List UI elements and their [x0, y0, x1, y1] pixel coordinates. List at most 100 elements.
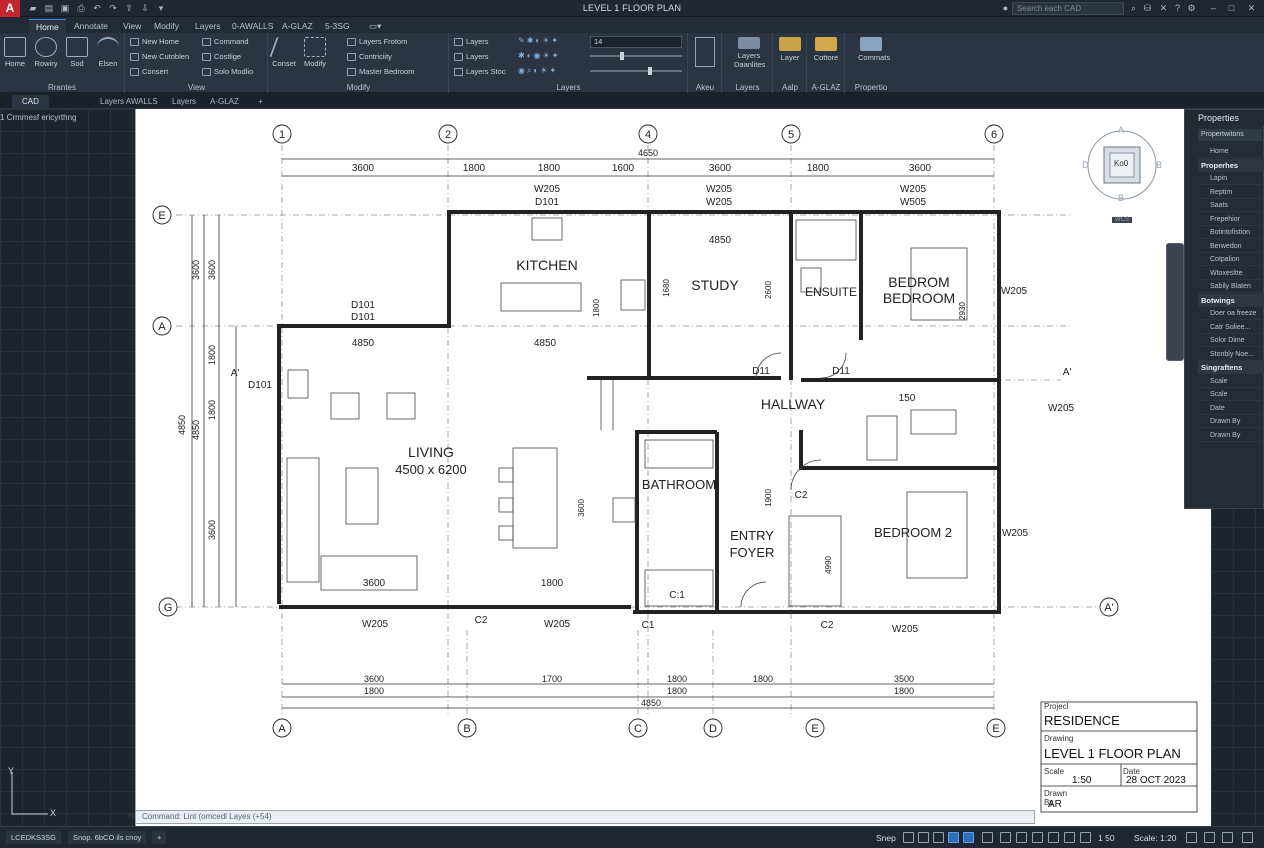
viewcube-south[interactable]: B — [1118, 193, 1124, 203]
properties-row[interactable]: Stonbly Noe... — [1198, 348, 1264, 361]
properties-dropdown[interactable]: Propertwitons — [1198, 129, 1262, 141]
tab-modify[interactable]: Modify — [147, 19, 186, 33]
transparency-toggle-icon[interactable] — [1016, 832, 1027, 843]
properties-row[interactable]: Frepehior — [1198, 213, 1264, 226]
contriciity-button[interactable]: Contriciity — [347, 51, 392, 63]
command-line-input[interactable]: Command: Lint (omcedl Layes (+54) — [135, 810, 1035, 824]
viewcube-east[interactable]: B — [1156, 160, 1162, 170]
layout-tab[interactable]: Snop. 6bCO ils cnoy — [68, 831, 147, 844]
cottore-button[interactable]: Cottore — [813, 37, 839, 62]
transparency-slider[interactable] — [590, 55, 682, 57]
properties-row[interactable]: Wtoxesltte — [1198, 267, 1264, 280]
properties-section[interactable]: Properhes — [1198, 158, 1264, 172]
osnap-toggle-icon[interactable] — [963, 832, 974, 843]
layers-frotom-button[interactable]: Layers Frotom — [347, 36, 407, 48]
polar-toggle-icon[interactable] — [948, 832, 959, 843]
panel-label[interactable]: Akeu — [689, 83, 721, 92]
layers-button[interactable]: Layers — [454, 51, 489, 63]
slider-handle[interactable] — [620, 52, 624, 60]
annotation-toggle-icon[interactable] — [1064, 832, 1075, 843]
tab-layers[interactable]: Layers — [188, 19, 228, 33]
add-layout-icon[interactable]: + — [152, 831, 167, 844]
tab-3sg[interactable]: 5-3SG — [318, 19, 357, 33]
magnifier-icon[interactable]: ⌕ — [1128, 3, 1139, 14]
new-home-button[interactable]: New Home — [130, 36, 179, 48]
panel-label[interactable]: Aalp — [774, 83, 806, 92]
workspace-icon[interactable] — [1080, 832, 1091, 843]
properties-row[interactable]: Drawn By — [1198, 429, 1264, 442]
properties-row[interactable]: Scale — [1198, 375, 1264, 388]
properties-row[interactable]: Saats — [1198, 199, 1264, 212]
cross-icon[interactable]: ✕ — [1158, 3, 1169, 14]
properties-row[interactable]: Solor Dime — [1198, 334, 1264, 347]
panel-label[interactable]: Propertio — [846, 83, 896, 92]
viewcube-graphic[interactable] — [1080, 121, 1170, 231]
properties-row[interactable]: Berwedon — [1198, 240, 1264, 253]
layer-state-icons[interactable]: ✎✱◐☀✦ — [518, 36, 588, 46]
selection-toggle-icon[interactable] — [1032, 832, 1043, 843]
layer-button[interactable]: Layer — [777, 37, 803, 62]
conset-button[interactable]: Conset — [269, 37, 299, 68]
help-icon[interactable]: ? — [1172, 3, 1183, 14]
arc-button[interactable]: Elsen — [95, 37, 121, 68]
close-icon[interactable]: ✕ — [1246, 3, 1257, 14]
minimize-icon[interactable]: – — [1208, 3, 1219, 14]
home-button[interactable]: Home — [2, 37, 28, 68]
table-icon[interactable] — [695, 37, 715, 67]
grid-toggle-icon[interactable] — [903, 832, 914, 843]
lock-icon[interactable] — [1186, 832, 1197, 843]
tab-aglaz[interactable]: A-GLAZ — [275, 19, 320, 33]
scale-dropdown[interactable]: 1 50 — [1098, 832, 1115, 844]
settings-icon[interactable]: ⚙ — [1186, 3, 1197, 14]
gizmo-toggle-icon[interactable] — [1048, 832, 1059, 843]
new-tab-icon[interactable]: + — [248, 95, 273, 109]
consert-button[interactable]: Consert — [130, 66, 168, 78]
properties-row[interactable]: Scale — [1198, 388, 1264, 401]
polyline-button[interactable]: Rowiry — [33, 37, 59, 68]
tab-annotate[interactable]: Annotate — [67, 19, 115, 33]
panel-label[interactable]: View — [126, 83, 267, 92]
cart-icon[interactable]: ⛁ — [1142, 3, 1153, 14]
layer-dropdown[interactable]: 14 — [590, 36, 682, 48]
properties-row[interactable]: Drawn By — [1198, 415, 1264, 428]
panel-label[interactable]: Modify — [269, 83, 448, 92]
model-space-left[interactable] — [0, 109, 135, 826]
customize-icon[interactable] — [1242, 832, 1253, 843]
viewcube-north[interactable]: A — [1118, 125, 1124, 135]
layers-button[interactable]: Layers — [454, 36, 489, 48]
maximize-icon[interactable]: □ — [1226, 3, 1237, 14]
commats-button[interactable]: Commats — [858, 37, 890, 62]
slider-handle[interactable] — [648, 67, 652, 75]
viewcube[interactable]: A D B B Ko0 WCS — [1080, 121, 1170, 231]
opacity-slider[interactable] — [590, 70, 682, 72]
hardware-icon[interactable] — [1222, 832, 1233, 843]
layers-properties-button[interactable]: Layers Daanlites — [734, 37, 765, 69]
new-cutoblen-button[interactable]: New Cutoblen — [130, 51, 189, 63]
costlige-button[interactable]: Costlige — [202, 51, 241, 63]
doc-tab-cad[interactable]: CAD — [12, 95, 49, 109]
properties-row[interactable]: Lapin — [1198, 172, 1264, 185]
properties-row[interactable]: Cotpalion — [1198, 253, 1264, 266]
panel-label[interactable]: Rrantes — [0, 83, 124, 92]
viewcube-face[interactable]: Ko0 — [1114, 159, 1128, 168]
user-icon[interactable]: ● — [1000, 3, 1011, 14]
ortho-toggle-icon[interactable] — [933, 832, 944, 843]
doc-tab-aglaz[interactable]: A-GLAZ — [200, 95, 249, 109]
command-button[interactable]: Command — [202, 36, 249, 48]
properties-section[interactable]: Singraftens — [1198, 361, 1264, 374]
panel-label[interactable]: Layers — [723, 83, 772, 92]
properties-row[interactable]: Catr Soliee... — [1198, 321, 1264, 334]
properties-row[interactable]: Home — [1198, 145, 1264, 158]
master-bedroom-button[interactable]: Master Bedroom — [347, 66, 414, 78]
wcs-menu[interactable]: WCS — [1112, 217, 1132, 223]
scale-readout[interactable]: Scale: 1:20 — [1134, 832, 1177, 844]
otrack-toggle-icon[interactable] — [982, 832, 993, 843]
solid-button[interactable]: Sod — [64, 37, 90, 68]
tab-awalls[interactable]: 0-AWALLS — [225, 19, 280, 33]
properties-row[interactable]: Date — [1198, 402, 1264, 415]
viewcube-west[interactable]: D — [1082, 160, 1089, 170]
layers-stoc-button[interactable]: Layers Stoc — [454, 66, 506, 78]
layer-state-icons[interactable]: ✱◐◉☀✦ — [518, 51, 588, 61]
solo-modlio-button[interactable]: Solo Modlio — [202, 66, 253, 78]
tab-view[interactable]: View — [116, 19, 148, 33]
